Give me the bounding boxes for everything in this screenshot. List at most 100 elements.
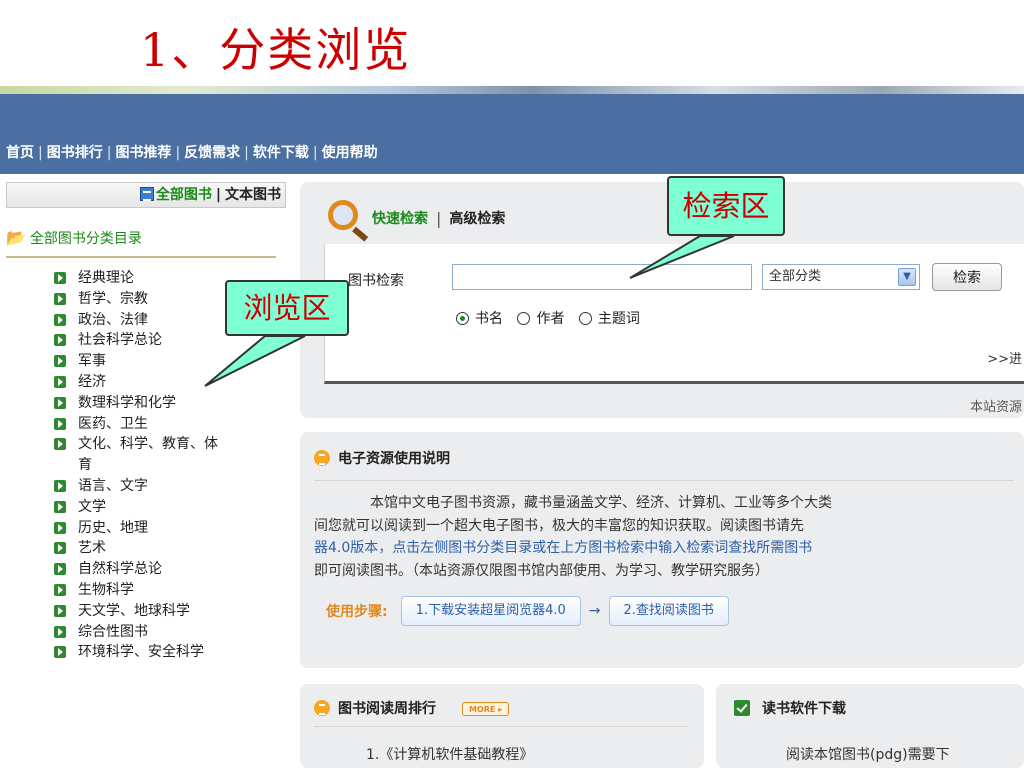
category-select-value: 全部分类 [769, 269, 822, 284]
usage-info-divider [314, 480, 1014, 481]
chevron-down-icon[interactable]: ▼ [898, 268, 916, 286]
category-select[interactable]: 全部分类 ▼ [762, 264, 920, 290]
category-label: 军事 [78, 353, 106, 370]
software-download-panel: 读书软件下载 阅读本馆图书(pdg)需要下 [716, 684, 1024, 768]
nav-separator: | [38, 145, 43, 161]
arrow-bullet-icon [54, 313, 66, 326]
arrow-bullet-icon [54, 646, 66, 659]
search-panel: 快速检索 | 高级检索 图书检索 全部分类 ▼ 检索 书名 作者 主题词 >>进 本… [300, 182, 1024, 418]
info-paragraph-line: 即可阅读图书。（本站资源仅限图书馆内部使用、为学习、教学研究服务） [314, 562, 769, 579]
category-item[interactable]: 经济 [52, 372, 282, 393]
search-field-label: 图书检索 [348, 273, 404, 289]
category-label: 哲学、宗教 [78, 290, 148, 307]
radio-label: 作者 [536, 311, 565, 327]
open-folder-icon: 📂 [6, 228, 26, 247]
radio-icon[interactable] [517, 312, 531, 325]
resource-note: 本站资源 [969, 400, 1022, 415]
category-label: 文学 [78, 498, 106, 515]
arrow-bullet-icon [54, 292, 66, 305]
arrow-bullet-icon [54, 563, 66, 576]
category-label: 环境科学、安全科学 [78, 644, 204, 661]
category-item[interactable]: 数理科学和化学 [52, 393, 282, 414]
category-root-link[interactable]: 📂 全部图书分类目录 [6, 228, 142, 248]
nav-help-link[interactable]: 使用帮助 [322, 145, 378, 161]
arrow-bullet-icon [54, 334, 66, 347]
usage-info-panel: 电子资源使用说明 本馆中文电子图书资源，藏书量涵盖文学、经济、计算机、工业等多个… [300, 432, 1024, 668]
nav-feedback-link[interactable]: 反馈需求 [184, 145, 240, 161]
category-label: 数理科学和化学 [78, 394, 176, 411]
search-tab-divider: | [436, 208, 442, 228]
tab-divider: | [215, 187, 221, 203]
nav-separator: | [312, 145, 318, 161]
category-label: 政治、法律 [78, 311, 148, 328]
arrow-bullet-icon [54, 375, 66, 388]
category-label: 经典理论 [78, 270, 134, 286]
header-banner [0, 86, 1024, 94]
category-label: 经济 [78, 373, 106, 390]
software-title: 读书软件下载 [762, 701, 846, 717]
download-reader-button[interactable]: 1.下载安装超星阅览器4.0 [400, 596, 581, 626]
category-item[interactable]: 文化、科学、教育、体 [52, 434, 282, 455]
category-item[interactable]: 环境科学、安全科学 [52, 642, 282, 663]
arrow-bullet-icon [54, 479, 66, 492]
radio-label: 书名 [475, 311, 503, 327]
radio-icon[interactable] [578, 312, 592, 325]
arrow-bullet-icon [54, 625, 66, 638]
tab-advanced-search[interactable]: 高级检索 [449, 211, 505, 227]
category-item[interactable]: 天文学、地球科学 [52, 601, 282, 622]
category-item[interactable]: 语言、文字 [52, 476, 282, 497]
category-item[interactable]: 综合性图书 [52, 622, 282, 643]
nav-separator: | [106, 145, 112, 161]
radio-author[interactable]: 作者 [517, 311, 564, 327]
more-button[interactable]: MORE ▸ [462, 702, 510, 716]
category-item[interactable]: 医药、卫生 [52, 414, 282, 435]
category-label: 综合性图书 [78, 623, 148, 640]
info-paragraph-line: 本馆中文电子图书资源，藏书量涵盖文学、经济、计算机、工业等多个大类 [370, 495, 832, 511]
browse-area-callout: 浏览区 [225, 280, 349, 336]
find-books-button[interactable]: 2.查找阅读图书 [608, 596, 729, 626]
radio-subject[interactable]: 主题词 [578, 311, 640, 327]
arrow-right-icon: → [588, 603, 601, 619]
category-sidebar: 全部图书 | 文本图书 📂 全部图书分类目录 经典理论 哲学、宗教 政治、法律 社会科… [0, 176, 290, 768]
nav-ranking-link[interactable]: 图书排行 [47, 145, 103, 161]
category-item[interactable]: 历史、地理 [52, 518, 282, 539]
arrow-bullet-icon [54, 521, 66, 534]
arrow-bullet-icon [54, 272, 66, 284]
category-item[interactable]: 文学 [52, 497, 282, 518]
nav-recommend-link[interactable]: 图书推荐 [115, 145, 171, 161]
tab-text-books[interactable]: 文本图书 [225, 187, 281, 203]
tab-quick-search[interactable]: 快速检索 [372, 211, 428, 227]
usage-info-title: 电子资源使用说明 [338, 451, 450, 467]
info-paragraph-line: 间您就可以阅读到一个超大电子图书，极大的丰富您的知识获取。阅读图书请先 [314, 517, 804, 534]
slide-title: 1、分类浏览 [140, 23, 412, 77]
software-text: 阅读本馆图书(pdg)需要下 [786, 747, 950, 763]
search-button[interactable]: 检索 [932, 263, 1002, 291]
radio-label: 主题词 [597, 311, 640, 327]
search-input[interactable] [452, 264, 752, 290]
category-label: 育 [78, 457, 92, 474]
tab-all-books[interactable]: 全部图书 [156, 187, 212, 203]
category-item[interactable]: 军事 [52, 351, 282, 372]
radio-selected-icon[interactable] [456, 312, 469, 325]
advanced-search-link[interactable]: >>进 [987, 348, 1022, 367]
radio-title[interactable]: 书名 [456, 311, 503, 327]
search-header: 快速检索 | 高级检索 [320, 196, 505, 242]
magnifier-icon [320, 196, 372, 242]
category-divider [6, 256, 276, 258]
category-item[interactable]: 自然科学总论 [52, 559, 282, 580]
category-label: 生物科学 [78, 581, 134, 598]
nav-download-link[interactable]: 软件下载 [253, 145, 309, 161]
arrow-bullet-icon [54, 542, 66, 555]
ranking-list-item[interactable]: 1.《计算机软件基础教程》 [366, 744, 533, 764]
category-item[interactable]: 艺术 [52, 538, 282, 559]
nav-home-link[interactable]: 首页 [6, 145, 34, 161]
arrow-bullet-icon [54, 438, 66, 451]
category-root-label: 全部图书分类目录 [29, 231, 142, 247]
software-header: 读书软件下载 [734, 698, 846, 718]
category-item-continuation[interactable]: 育 [52, 455, 282, 476]
book-list-icon [139, 187, 154, 201]
ranking-title: 图书阅读周排行 [338, 701, 436, 717]
category-label: 社会科学总论 [78, 332, 162, 349]
category-item[interactable]: 生物科学 [52, 580, 282, 601]
arrow-bullet-icon [54, 417, 66, 430]
